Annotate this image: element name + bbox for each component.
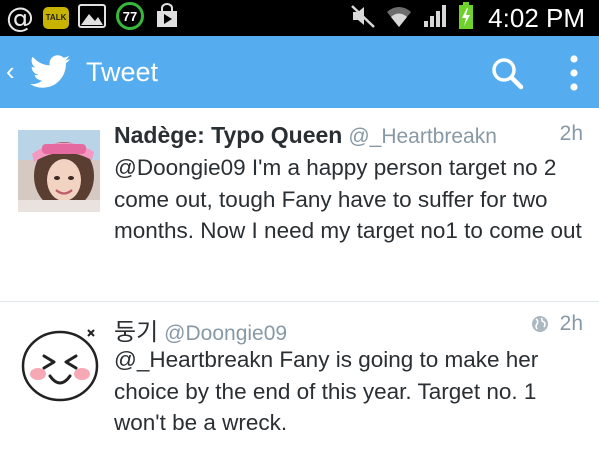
at-sign-icon: @ [6,1,34,34]
avatar[interactable] [18,320,100,402]
display-name[interactable]: Nadège: Typo Queen [114,122,342,148]
tweet-item[interactable]: 둥기 @Doongie09 2h @_Heartbreakn Fany is go… [0,302,599,457]
mute-icon [350,3,376,34]
kakaotalk-icon: TALK [43,7,69,29]
signal-icon [422,3,448,34]
wifi-icon [386,3,412,34]
sync-count: 77 [123,9,137,24]
sync-counter-icon: 77 [115,1,145,36]
globe-icon [531,315,549,333]
overflow-menu-icon[interactable] [566,54,582,92]
battery-charging-icon [458,1,474,35]
user-handle[interactable]: @Doongie09 [164,322,287,345]
play-store-icon [154,2,180,34]
tweet-time: 2h [559,122,583,145]
tweet-text: @Doongie09 I'm a happy person target no … [114,155,582,243]
twitter-bird-icon[interactable] [29,54,72,90]
tweet-time: 2h [559,312,583,335]
user-handle[interactable]: @_Heartbreakn [348,125,497,148]
tweet-header: Nadège: Typo Queen @_Heartbreakn 2h [114,122,583,154]
action-bar: ‹ Tweet [0,36,599,108]
tweet-item[interactable]: Nadège: Typo Queen @_Heartbreakn 2h @Doon… [0,108,599,302]
back-chevron-icon[interactable]: ‹ [6,56,24,86]
gallery-icon [78,3,106,33]
status-bar-notifications: @ TALK 77 [6,1,189,34]
status-bar-system: 4:02 PM [350,1,585,35]
status-bar: @ TALK 77 4:02 PM [0,0,599,36]
page-title: Tweet [86,57,159,87]
tweet-header: 둥기 @Doongie09 2h [114,312,583,346]
tweet-text: @_Heartbreakn Fany is going to make her … [114,347,539,435]
display-name[interactable]: 둥기 [114,319,158,346]
search-icon[interactable] [490,56,524,90]
avatar[interactable] [18,130,100,212]
status-time: 4:02 PM [488,2,585,33]
